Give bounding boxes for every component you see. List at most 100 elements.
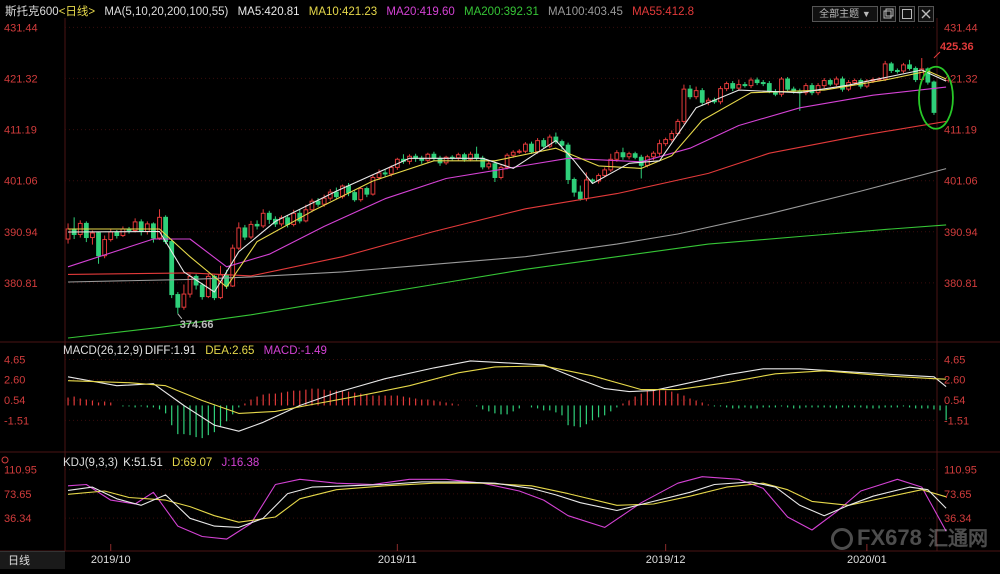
- candle: [827, 80, 833, 85]
- candle: [108, 231, 114, 241]
- price-left-tick-3: 401.06: [4, 176, 38, 188]
- ma20-value: MA20:419.60: [386, 6, 455, 18]
- candle: [364, 188, 370, 195]
- macd-diff: DIFF:1.91: [144, 345, 197, 357]
- candle: [602, 169, 608, 176]
- theme-dropdown-label: 全部主题: [819, 9, 860, 20]
- close-icon: [921, 9, 931, 19]
- candle: [651, 152, 656, 158]
- window-maximize-button[interactable]: [899, 6, 915, 22]
- price-legend: 斯托克600<日线> MA(5,10,20,200,100,55) MA5:42…: [5, 3, 700, 19]
- x-tick-label-2: 2019/12: [646, 554, 686, 566]
- kdj-right-tick-0: 110.95: [944, 465, 977, 477]
- candle: [614, 152, 620, 160]
- candle: [181, 293, 187, 308]
- macd-left-tick-3: -1.51: [4, 415, 29, 427]
- ma10-value: MA10:421.23: [308, 6, 378, 18]
- ma5-value: MA5:420.81: [237, 6, 300, 18]
- candle: [681, 88, 687, 122]
- kdj-left-tick-0: 110.95: [4, 465, 37, 477]
- kdj-right-tick-1: 73.65: [944, 489, 972, 501]
- window-close-button[interactable]: [918, 6, 934, 22]
- candle: [346, 185, 351, 194]
- watermark-logo-icon: [831, 528, 854, 551]
- candle: [718, 88, 723, 103]
- candle: [266, 212, 272, 220]
- candle: [486, 163, 492, 168]
- macd-legend: MACD(26,12,9) DIFF:1.91 DEA:2.65 MACD:-1.…: [63, 345, 333, 357]
- candle: [83, 222, 89, 239]
- candle: [901, 64, 906, 72]
- high-annotation: 425.36: [940, 41, 974, 53]
- price-right-tick-3: 401.06: [944, 176, 978, 188]
- price-right-tick-0: 431.44: [944, 22, 978, 34]
- price-right-tick-5: 380.81: [944, 278, 978, 290]
- candle: [388, 166, 394, 175]
- price-left-tick-5: 380.81: [4, 278, 38, 290]
- period-tab-label: 日线: [8, 555, 30, 567]
- price-left-tick-1: 421.32: [4, 73, 38, 85]
- candle: [699, 90, 705, 103]
- price-right-tick-4: 390.94: [944, 227, 978, 239]
- kdj-legend: KDJ(9,3,3) K:51.51 D:69.07 J:16.38: [63, 457, 265, 469]
- macd-dea: DEA:2.65: [205, 345, 255, 357]
- price-right-tick-2: 411.19: [944, 125, 977, 137]
- ma10-line: [68, 70, 947, 288]
- candle: [358, 188, 364, 201]
- kdj-left-tick-2: 36.34: [4, 513, 32, 525]
- kdj-label: KDJ(9,3,3): [63, 457, 118, 469]
- candle: [382, 172, 388, 175]
- kdj-settings-icon: [1, 456, 9, 464]
- price-left-tick-0: 431.44: [4, 22, 38, 34]
- candle: [157, 216, 162, 239]
- candle: [583, 179, 589, 200]
- candle: [352, 192, 358, 201]
- watermark-cn: 汇通网: [928, 528, 988, 550]
- ma20-line: [67, 86, 947, 268]
- period-tab[interactable]: 日线: [0, 551, 65, 569]
- candle: [852, 80, 858, 84]
- candle: [163, 216, 169, 243]
- stoxx600-daily-chart: 431.44 431.44 421.32 421.32 411.19 411.19 401.…: [0, 0, 1000, 569]
- ma55-value: MA55:412.8: [632, 6, 695, 18]
- candle: [376, 172, 382, 178]
- theme-dropdown[interactable]: 全部主题 ▼: [812, 6, 878, 22]
- candle: [571, 178, 577, 193]
- candle: [474, 153, 479, 159]
- candle: [644, 156, 650, 166]
- candle: [669, 133, 675, 141]
- candle: [431, 153, 437, 159]
- candle: [736, 84, 742, 89]
- candle: [833, 78, 839, 85]
- candle: [821, 80, 827, 87]
- kdj-k: K:51.51: [123, 457, 163, 469]
- watermark: FX678 汇通网: [831, 522, 988, 551]
- candle: [96, 232, 101, 257]
- candle: [199, 284, 205, 298]
- candle: [687, 88, 693, 98]
- candle: [907, 64, 912, 69]
- macd-right-tick-1: 2.60: [944, 375, 965, 387]
- candle: [748, 79, 754, 87]
- candle: [809, 85, 815, 94]
- candle: [212, 275, 217, 299]
- candle: [663, 139, 669, 145]
- candle: [425, 153, 431, 161]
- candle: [242, 227, 248, 238]
- candle: [260, 212, 266, 227]
- window-restore-icon: [883, 8, 894, 19]
- price-left-tick-2: 411.19: [4, 125, 37, 137]
- candle: [724, 83, 730, 90]
- window-restore-button[interactable]: [880, 6, 896, 22]
- chevron-down-icon: ▼: [861, 9, 871, 19]
- x-tick-label-1: 2019/11: [378, 554, 417, 566]
- watermark-brand: FX678: [857, 525, 922, 550]
- ma100-value: MA100:403.45: [548, 6, 623, 18]
- ma200-value: MA200:392.31: [464, 6, 539, 18]
- candle: [138, 221, 144, 232]
- candle: [565, 144, 571, 180]
- candle: [516, 150, 522, 153]
- macd-value: MACD:-1.49: [263, 345, 327, 357]
- macd-right-tick-2: 0.54: [944, 395, 965, 407]
- candle: [144, 223, 150, 232]
